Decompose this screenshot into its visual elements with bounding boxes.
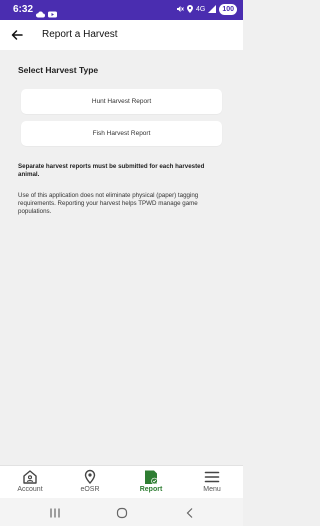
home-icon[interactable]	[115, 506, 129, 519]
mute-icon	[176, 5, 184, 15]
arrow-left-icon[interactable]	[10, 28, 24, 42]
nav-report[interactable]: Report	[131, 469, 171, 497]
fish-harvest-report-button[interactable]: Fish Harvest Report	[21, 121, 222, 146]
map-pin-icon	[70, 469, 110, 485]
nav-account[interactable]: Account	[10, 469, 50, 497]
back-icon[interactable]	[183, 506, 197, 518]
app-header: Report a Harvest	[0, 20, 243, 50]
location-icon	[186, 4, 193, 15]
signal-icon	[208, 4, 217, 15]
nav-eosr-label: eOSR	[80, 486, 100, 493]
status-bar: 6:32 4G 100	[0, 0, 243, 20]
nav-eosr[interactable]: eOSR	[70, 469, 110, 497]
status-time: 6:32	[13, 4, 34, 15]
page-title: Report a Harvest	[42, 29, 118, 40]
bottom-nav: Account eOSR Report Menu	[0, 465, 243, 498]
harvest-notice-bold: Separate harvest reports must be submitt…	[18, 163, 205, 178]
nav-account-label: Account	[17, 486, 43, 493]
house-icon	[10, 469, 50, 485]
nav-report-label: Report	[139, 486, 163, 493]
harvest-notice-text: Use of this application does not elimina…	[18, 192, 199, 215]
main-content: Select Harvest Type Hunt Harvest Report …	[0, 50, 243, 465]
section-title: Select Harvest Type	[18, 65, 99, 75]
hunt-harvest-report-button[interactable]: Hunt Harvest Report	[21, 89, 222, 114]
battery-icon: 100	[219, 4, 237, 15]
recents-icon[interactable]	[48, 506, 62, 518]
nav-menu-label: Menu	[203, 486, 221, 493]
system-nav-bar	[0, 498, 243, 526]
network-type: 4G	[195, 6, 206, 13]
nav-menu[interactable]: Menu	[192, 469, 232, 497]
report-check-icon	[131, 469, 171, 485]
hamburger-icon	[192, 469, 232, 485]
status-right: 4G 100	[176, 4, 237, 15]
